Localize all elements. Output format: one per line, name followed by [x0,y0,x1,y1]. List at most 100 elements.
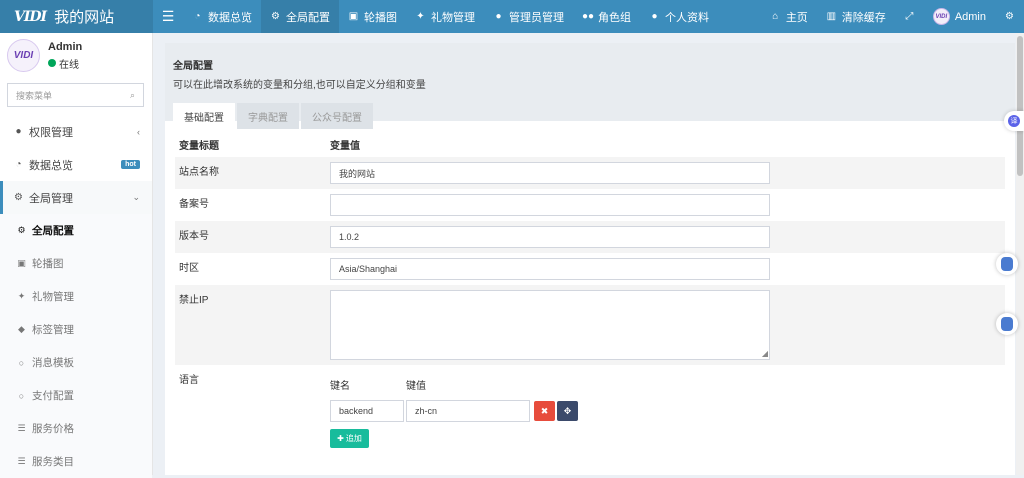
floating-helper-button[interactable] [996,313,1018,335]
nav-item-global-config[interactable]: ⚙ 全局配置 [261,0,339,33]
sidebar-subitem-service-price[interactable]: ☰ 服务价格 [0,412,152,445]
user-icon: ● [495,11,502,22]
tab-dictionary[interactable]: 字典配置 [237,103,299,129]
dashboard-icon: ◔ [15,159,22,170]
search-icon[interactable]: ⌕ [130,90,135,101]
chevron-left-icon: ‹ [137,126,140,137]
sidebar-subitem-label: 服务类目 [32,456,74,468]
helper-icon [1001,257,1013,271]
resize-handle-icon[interactable]: ◢ [762,349,768,358]
append-button[interactable]: ✚ 追加 [330,429,369,448]
sidebar-subitem-label: 服务价格 [32,423,74,435]
sidebar-subitem-global-config[interactable]: ⚙ 全局配置 [0,214,152,247]
floating-helper-button[interactable] [996,253,1018,275]
tab-wechat[interactable]: 公众号配置 [301,103,373,129]
column-header-value: 变量值 [330,140,360,152]
forbidden-ip-textarea[interactable]: ◢ [330,290,770,360]
site-name: 我的网站 [54,9,115,26]
row-label: 版本号 [179,231,209,242]
nav-item-label: 轮播图 [364,11,397,24]
sidebar-subitem-payment[interactable]: ○ 支付配置 [0,379,152,412]
sidebar-item-label: 全局管理 [29,192,73,205]
page-description: 可以在此增改系统的变量和分组,也可以自定义分组和变量 [173,80,426,91]
sidebar-item-permissions[interactable]: ● 权限管理 ‹ [0,115,152,148]
nav-item-carousel[interactable]: ▣ 轮播图 [339,0,406,33]
tab-basic[interactable]: 基础配置 [173,103,235,129]
top-nav: ☰ ◔ 数据总览 ⚙ 全局配置 ▣ 轮播图 ✦ 礼物管理 ● 管理员管理 ●● … [153,0,718,33]
row-label: 备案号 [179,199,209,210]
page-scrollbar[interactable] [1016,33,1024,475]
user-status-text: 在线 [59,59,79,71]
menu-search-input[interactable]: 搜索菜单 ⌕ [7,83,144,107]
list-icon: ☰ [17,456,26,466]
sidebar-subitem-label: 消息模板 [32,357,74,369]
home-link[interactable]: ⌂ 主页 [761,0,817,33]
clear-cache-button[interactable]: ▥ 清除缓存 [817,0,895,33]
fullscreen-button[interactable]: ⤢ [895,0,924,33]
beian-input[interactable] [330,194,770,216]
circle-icon: ○ [18,357,25,368]
admin-menu[interactable]: VIDI Admin [924,0,995,33]
sidebar-item-global[interactable]: ⚙ 全局管理 ⌄ [0,181,152,214]
home-icon: ⌂ [772,11,779,22]
sidebar-item-label: 权限管理 [29,126,73,139]
chevron-down-icon: ⌄ [132,192,140,202]
brand[interactable]: VIDI 我的网站 [0,0,153,33]
tag-icon: ◆ [18,324,25,334]
value-header: 键值 [406,381,426,392]
home-label: 主页 [785,11,808,24]
table-row: 站点名称 我的网站 [175,157,1005,189]
nav-item-profile[interactable]: ● 个人资料 [640,0,718,33]
table-row: 时区 Asia/Shanghai [175,253,1005,285]
dashboard-icon: ◔ [194,11,201,22]
version-input[interactable]: 1.0.2 [330,226,770,248]
gift-icon: ✦ [416,11,425,22]
nav-item-label: 礼物管理 [431,11,475,24]
drag-row-button[interactable]: ✥ [557,401,578,421]
clear-cache-label: 清除缓存 [841,11,886,24]
list-icon: ☰ [17,423,26,433]
helper-icon [1001,317,1013,331]
trash-icon: ▥ [826,11,837,22]
sidebar-subitem-gifts[interactable]: ✦ 礼物管理 [0,280,152,313]
kv-header: 键名 键值 [330,377,578,392]
sidebar-subitem-label: 轮播图 [32,258,64,270]
nav-item-label: 管理员管理 [509,11,564,24]
gears-icon: ⚙ [1005,11,1014,22]
row-label: 时区 [179,263,199,274]
user-status: 在线 [48,56,82,71]
nav-item-gifts[interactable]: ✦ 礼物管理 [406,0,484,33]
timezone-input[interactable]: Asia/Shanghai [330,258,770,280]
key-input[interactable]: backend [330,400,404,422]
table-row: 备案号 [175,189,1005,221]
sidebar-subitem-carousel[interactable]: ▣ 轮播图 [0,247,152,280]
value-input[interactable]: zh-cn [406,400,530,422]
config-table: 变量标题 变量值 站点名称 我的网站 备案号 版本号 1.0.2 时区 Asia… [165,121,1015,453]
row-label: 站点名称 [179,167,219,178]
sidebar-subitem-message-templates[interactable]: ○ 消息模板 [0,346,152,379]
scrollbar-thumb[interactable] [1017,36,1023,176]
page-title: 全局配置 [173,61,213,72]
sidebar-subitem-tags[interactable]: ◆ 标签管理 [0,313,152,346]
sidebar-item-dashboard[interactable]: ◔ 数据总览 hot [0,148,152,181]
nav-item-label: 数据总览 [208,11,252,24]
sidebar-item-label: 数据总览 [29,159,73,172]
sidebar-subitem-service-category[interactable]: ☰ 服务类目 [0,445,152,478]
settings-button[interactable]: ⚙ [995,0,1024,33]
nav-item-admins[interactable]: ● 管理员管理 [484,0,573,33]
main-panel: 全局配置 可以在此增改系统的变量和分组,也可以自定义分组和变量 基础配置 字典配… [165,43,1015,475]
delete-row-button[interactable]: ✖ [534,401,555,421]
logo: VIDI [14,8,47,25]
menu-toggle-icon[interactable]: ☰ [153,8,183,25]
translate-widget[interactable]: 译 [1004,111,1024,131]
hot-badge: hot [121,160,140,169]
table-row: 版本号 1.0.2 [175,221,1005,253]
nav-item-dashboard[interactable]: ◔ 数据总览 [183,0,261,33]
site-name-input[interactable]: 我的网站 [330,162,770,184]
gear-icon: ⚙ [271,11,280,22]
nav-item-label: 个人资料 [665,11,709,24]
sidebar: VIDI Admin 在线 搜索菜单 ⌕ ● 权限管理 ‹ ◔ 数据总览 hot… [0,33,153,478]
row-label: 禁止IP [179,295,209,306]
nav-item-roles[interactable]: ●● 角色组 [573,0,640,33]
table-row: 禁止IP ◢ [175,285,1005,365]
